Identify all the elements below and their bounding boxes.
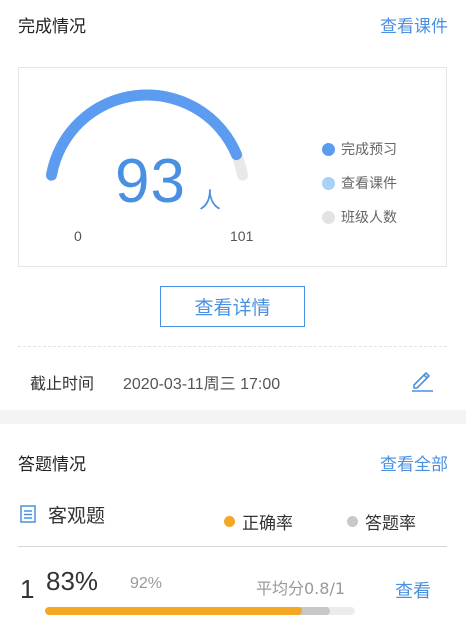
answer-rate-value: 92%: [130, 575, 163, 592]
objective-questions-title: 客观题: [48, 505, 106, 527]
view-question-button[interactable]: 查看: [395, 577, 431, 603]
completed-count: 93: [115, 147, 186, 216]
completion-header: 完成情况 查看课件: [0, 0, 466, 40]
legend-dot: [322, 176, 335, 190]
view-courseware-link[interactable]: 查看课件: [380, 12, 448, 37]
gauge-min-label: 0: [74, 228, 82, 244]
count-unit: 人: [199, 189, 222, 214]
document-icon: [20, 505, 36, 523]
view-details-button[interactable]: 查看详情: [160, 286, 305, 327]
edit-icon[interactable]: [408, 365, 436, 393]
view-all-link[interactable]: 查看全部: [380, 450, 448, 475]
legend-dot: [322, 210, 335, 224]
average-score: 平均分0.8/1: [256, 579, 346, 598]
legend-label: 完成预习: [341, 142, 397, 158]
question-index: 1: [20, 574, 35, 604]
dashed-divider: [18, 346, 447, 347]
completion-title: 完成情况: [18, 17, 86, 37]
correct-rate-bar: [45, 607, 303, 615]
legend-item-viewed: 查看课件: [322, 166, 397, 200]
legend-label: 答题率: [365, 514, 416, 534]
section-gap: [0, 410, 466, 424]
gauge-max-label: 101: [230, 228, 254, 244]
correct-rate-value: 83%: [46, 566, 99, 596]
legend-correct-rate: 正确率: [224, 509, 293, 534]
rate-progress-track: [45, 607, 355, 615]
legend-label: 正确率: [242, 514, 293, 534]
legend-item-class-size: 班级人数: [322, 200, 397, 234]
question-row: 1 83% 92% 平均分0.8/1 查看: [0, 560, 466, 620]
legend-dot: [347, 516, 358, 527]
answers-title: 答题情况: [18, 455, 86, 475]
legend-dot: [224, 516, 235, 527]
deadline-value: 2020-03-11周三 17:00: [123, 376, 281, 393]
deadline-label: 截止时间: [30, 374, 95, 393]
legend-item-completed: 完成预习: [322, 132, 397, 166]
divider: [18, 546, 447, 547]
completion-card: 93 人 0 101 完成预习 查看课件 班级人数: [18, 67, 447, 267]
legend-label: 班级人数: [341, 210, 397, 226]
legend-label: 查看课件: [341, 176, 397, 192]
legend-dot: [322, 142, 335, 156]
objective-questions-header: 客观题 正确率 答题率: [18, 503, 447, 534]
answers-header: 答题情况 查看全部: [0, 424, 466, 475]
legend-answer-rate: 答题率: [347, 509, 416, 534]
completion-legend: 完成预习 查看课件 班级人数: [322, 132, 397, 234]
